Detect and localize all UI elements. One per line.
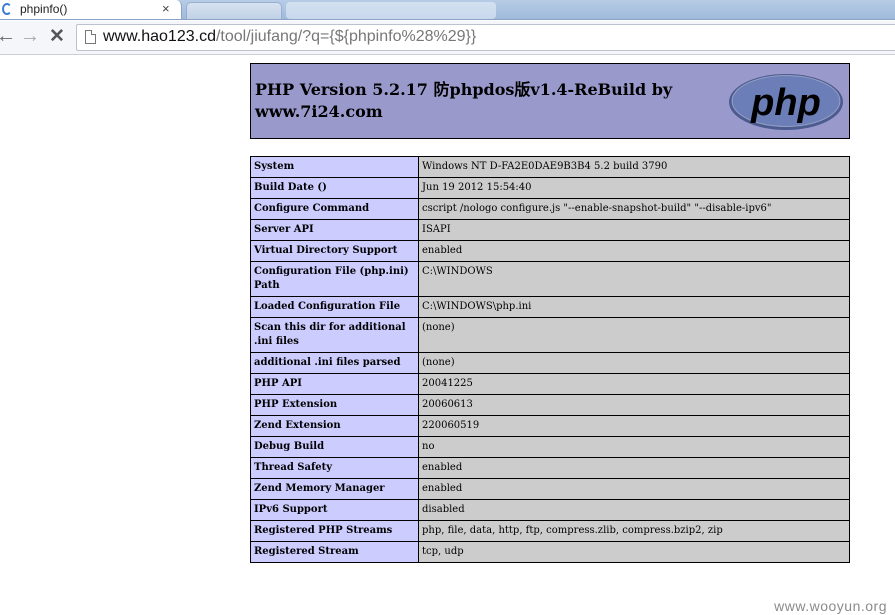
row-label: Thread Safety <box>250 457 419 479</box>
table-row: Server API ISAPI <box>250 219 850 241</box>
row-value: tcp, udp <box>418 541 850 563</box>
table-row: Loaded Configuration File C:\WINDOWS\php.… <box>250 296 850 318</box>
tab-background-window <box>286 2 496 19</box>
row-label: Configuration File (php.ini) Path <box>250 261 419 297</box>
tab-background[interactable] <box>186 2 282 19</box>
row-value: php, file, data, http, ftp, compress.zli… <box>418 520 850 542</box>
row-value: ISAPI <box>418 219 850 241</box>
table-row: Registered Stream tcp, udp <box>250 541 850 563</box>
row-label: Server API <box>250 219 419 241</box>
row-label: Loaded Configuration File <box>250 296 419 318</box>
table-row: Build Date () Jun 19 2012 15:54:40 <box>250 177 850 199</box>
tab-title: phpinfo() <box>20 2 68 16</box>
row-label: Registered PHP Streams <box>250 520 419 542</box>
row-value: (none) <box>418 352 850 374</box>
table-row: Configuration File (php.ini) Path C:\WIND… <box>250 261 850 297</box>
table-row: Scan this dir for additional .ini files(… <box>250 317 850 353</box>
row-label: Configure Command <box>250 198 419 220</box>
table-row: Thread Safety enabled <box>250 457 850 479</box>
table-row: Zend Memory Manager enabled <box>250 478 850 500</box>
url-host: www.hao123.cd <box>103 28 216 45</box>
row-value: Windows NT D-FA2E0DAE9B3B4 5.2 build 379… <box>418 156 850 178</box>
url-path: /tool/jiufang/?q={${phpinfo%28%29}} <box>215 28 477 45</box>
table-row: PHP API 20041225 <box>250 373 850 395</box>
loading-spinner-icon <box>2 3 12 15</box>
row-label: IPv6 Support <box>250 499 419 521</box>
browser-toolbar: ← → ✕ www.hao123.cd/tool/jiufang/?q={${p… <box>0 21 895 55</box>
row-value: Jun 19 2012 15:54:40 <box>418 177 850 199</box>
row-value: 220060519 <box>418 415 850 437</box>
row-value: no <box>418 436 850 458</box>
table-row: IPv6 Support disabled <box>250 499 850 521</box>
forward-arrow-icon[interactable]: → <box>20 25 40 48</box>
address-bar[interactable]: www.hao123.cd/tool/jiufang/?q={${phpinfo… <box>76 24 895 51</box>
row-value: 20041225 <box>418 373 850 395</box>
back-arrow-icon[interactable]: ← <box>0 25 16 48</box>
row-label: Debug Build <box>250 436 419 458</box>
row-label: PHP API <box>250 373 419 395</box>
table-row: Virtual Directory Support enabled <box>250 240 850 262</box>
phpinfo-table: System Windows NT D-FA2E0DAE9B3B4 5.2 bui… <box>250 156 850 563</box>
row-value: C:\WINDOWS\php.ini <box>418 296 850 318</box>
row-label: Zend Memory Manager <box>250 478 419 500</box>
table-row: Registered PHP Streams php, file, data, h… <box>250 520 850 542</box>
row-value: enabled <box>418 478 850 500</box>
row-value: (none) <box>418 317 850 353</box>
table-row: PHP Extension 20060613 <box>250 394 850 416</box>
stop-icon[interactable]: ✕ <box>49 25 65 48</box>
close-tab-icon[interactable]: × <box>162 1 170 16</box>
row-label: Registered Stream <box>250 541 419 563</box>
row-label: additional .ini files parsed <box>250 352 419 374</box>
page-icon <box>85 30 96 44</box>
row-label: Build Date () <box>250 177 419 199</box>
row-value: enabled <box>418 240 850 262</box>
row-value: C:\WINDOWS <box>418 261 850 297</box>
table-row: Zend Extension 220060519 <box>250 415 850 437</box>
row-label: PHP Extension <box>250 394 419 416</box>
tab-phpinfo[interactable]: phpinfo() × <box>0 0 182 19</box>
watermark: www.wooyun.org <box>774 598 887 614</box>
url-text[interactable]: www.hao123.cd/tool/jiufang/?q={${phpinfo… <box>103 28 476 46</box>
row-label: Virtual Directory Support <box>250 240 419 262</box>
row-value: enabled <box>418 457 850 479</box>
table-row: Debug Build no <box>250 436 850 458</box>
php-logo-text: php <box>750 82 821 124</box>
phpinfo-header: PHP Version 5.2.17 防phpdos版v1.4-ReBuild … <box>250 63 850 139</box>
row-value: cscript /nologo configure.js "--enable-s… <box>418 198 850 220</box>
row-label: Scan this dir for additional .ini files <box>250 317 419 353</box>
row-label: Zend Extension <box>250 415 419 437</box>
row-value: 20060613 <box>418 394 850 416</box>
row-value: disabled <box>418 499 850 521</box>
tab-strip: phpinfo() × <box>0 0 895 20</box>
table-row: Configure Command cscript /nologo configu… <box>250 198 850 220</box>
table-row: additional .ini files parsed (none) <box>250 352 850 374</box>
table-row: System Windows NT D-FA2E0DAE9B3B4 5.2 bui… <box>250 156 850 178</box>
php-version-title: PHP Version 5.2.17 防phpdos版v1.4-ReBuild … <box>255 80 673 121</box>
php-logo: php <box>729 74 843 130</box>
row-label: System <box>250 156 419 178</box>
